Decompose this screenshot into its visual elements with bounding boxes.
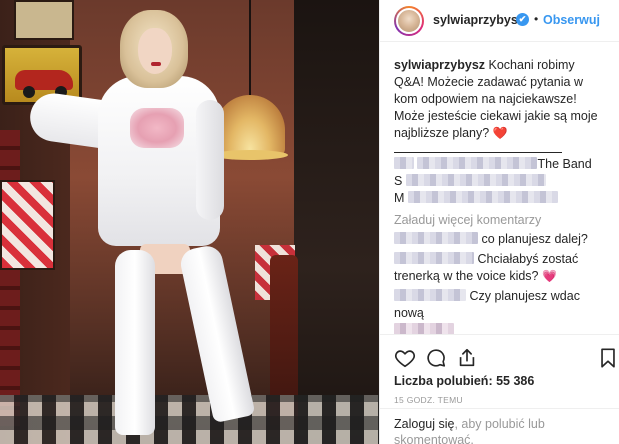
comment-item: Czy planujesz wdac nową <box>394 288 606 334</box>
blurred-text <box>405 174 546 186</box>
post-caption: sylwiaprzybysz Kochani robimy Q&A! Możec… <box>394 57 606 142</box>
comment-heart-emoji: 💗 <box>542 269 557 283</box>
caption-heart-emoji: ❤️ <box>492 126 508 140</box>
photo-lamp-cord <box>249 0 251 95</box>
share-icon[interactable] <box>456 347 478 369</box>
verified-badge-icon: ✔ <box>516 13 529 26</box>
photo-dark-wall <box>294 0 379 444</box>
post-photo[interactable] <box>0 0 379 444</box>
comment-visible-text: S <box>394 174 403 188</box>
comment-item: co planujesz dalej? <box>394 231 606 248</box>
login-prompt: Zaloguj się, aby polubić lub skomentować… <box>380 408 619 444</box>
caption-divider <box>394 152 562 153</box>
comment-item: Chciałabyś zostać trenerką w the voice k… <box>394 251 606 285</box>
bookmark-icon[interactable] <box>597 347 619 369</box>
blurred-text <box>394 323 454 334</box>
post-actions-bar <box>380 334 619 374</box>
blurred-username <box>394 289 466 301</box>
photo-booth <box>0 130 20 430</box>
likes-label: Liczba polubień: <box>394 374 493 388</box>
header-username-link[interactable]: sylwiaprzybysz <box>433 13 524 27</box>
blurred-username <box>394 232 478 244</box>
blurred-username <box>394 252 474 264</box>
photo-face <box>138 28 172 74</box>
blurred-text <box>407 191 558 203</box>
blurred-username <box>394 157 414 169</box>
caption-username-link[interactable]: sylwiaprzybysz <box>394 58 485 72</box>
comment-bubble-icon[interactable] <box>425 347 447 369</box>
photo-checkered-table <box>0 180 55 270</box>
photo-floor-tiles <box>0 395 379 444</box>
photo-car-wheel <box>23 86 35 98</box>
login-link[interactable]: Zaloguj się <box>394 417 454 431</box>
photo-white-boot <box>115 250 155 435</box>
likes-number: 55 386 <box>496 374 535 388</box>
photo-hoodie-print <box>130 108 184 148</box>
likes-count[interactable]: Liczba polubień: 55 386 <box>394 374 534 388</box>
comment-visible-text: The Band <box>537 157 592 171</box>
follow-button[interactable]: Obserwuj <box>543 13 600 27</box>
photo-wall-poster <box>14 0 74 40</box>
comment-text: co planujesz dalej? <box>481 232 588 246</box>
post-timestamp[interactable]: 15 GODZ. TEMU <box>394 395 463 405</box>
post-side-panel: sylwiaprzybysz ✔ • Obserwuj sylwiaprzyby… <box>379 0 619 444</box>
avatar-story-ring[interactable] <box>394 6 424 36</box>
photo-hoodie-sleeve <box>196 100 224 220</box>
avatar[interactable] <box>396 8 422 34</box>
heart-outline-icon[interactable] <box>394 347 416 369</box>
blurred-text <box>417 157 538 169</box>
post-header: sylwiaprzybysz ✔ • Obserwuj <box>380 0 619 42</box>
comments-section[interactable]: sylwiaprzybysz Kochani robimy Q&A! Możec… <box>380 42 619 334</box>
comment-blurred-block: The Band S M <box>394 156 606 207</box>
comment-visible-text: M <box>394 191 405 205</box>
photo-lips <box>151 62 161 66</box>
load-more-comments-button[interactable]: Załaduj więcej komentarzy <box>394 213 606 227</box>
header-separator: • <box>534 12 539 26</box>
